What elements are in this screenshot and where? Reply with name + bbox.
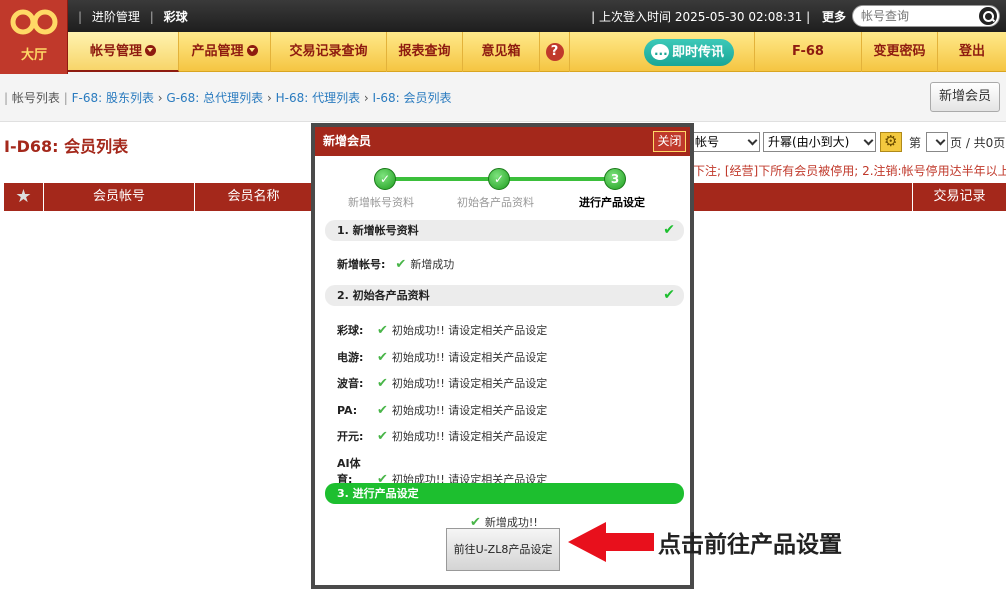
- page-label-post: 页 / 共0页: [950, 136, 1006, 150]
- nav-feedback[interactable]: 意见箱: [463, 32, 540, 72]
- step-3-indicator: 3: [604, 168, 626, 190]
- favorite-column[interactable]: ★: [4, 183, 44, 211]
- top-left-links: | 进阶管理 | 彩球: [78, 10, 188, 24]
- annotation-arrow-icon: [568, 522, 654, 562]
- product-result-row: 波音: ✔ 初始成功!! 请设定相关产品设定: [337, 376, 548, 391]
- breadcrumb-bar: | 帐号列表 | F-68: 股东列表 › G-68: 总代理列表 › H-68…: [0, 72, 1006, 122]
- step-2-check-icon: ✓: [488, 168, 510, 190]
- section-product-init: 2. 初始各产品资料 ✔: [325, 285, 684, 306]
- last-login-time: 2025-05-30 02:08:31: [674, 10, 803, 24]
- search-icon[interactable]: [979, 7, 997, 25]
- sort-field-select[interactable]: 帐号: [690, 132, 760, 152]
- star-icon: ★: [15, 186, 32, 207]
- dialog-close-button[interactable]: 关闭: [653, 131, 686, 152]
- nav-product-management[interactable]: 产品管理: [179, 32, 271, 72]
- page-select[interactable]: [926, 132, 948, 152]
- go-to-product-settings-button[interactable]: 前往U-ZL8产品设定: [446, 528, 560, 571]
- add-member-button[interactable]: 新增会员: [930, 82, 1000, 112]
- product-result-row: 电游: ✔ 初始成功!! 请设定相关产品设定: [337, 350, 548, 365]
- nav-transaction-query[interactable]: 交易记录查询: [271, 32, 387, 72]
- product-result-row: 开元: ✔ 初始成功!! 请设定相关产品设定: [337, 429, 548, 444]
- annotation-text: 点击前往产品设置: [658, 531, 842, 558]
- breadcrumb-agents[interactable]: H-68: 代理列表: [276, 91, 360, 105]
- lobby-logo[interactable]: 大厅: [0, 0, 68, 74]
- check-icon: ✔: [377, 323, 388, 338]
- breadcrumb-general-agents[interactable]: G-68: 总代理列表: [166, 91, 263, 105]
- column-member-name[interactable]: 会员名称: [195, 183, 313, 211]
- check-icon: ✔: [377, 376, 388, 391]
- account-result-row: 新增帐号: ✔ 新增成功: [337, 257, 455, 272]
- account-search: [852, 5, 1000, 27]
- check-icon: ✔: [377, 403, 388, 418]
- lobby-label: 大厅: [20, 48, 47, 63]
- product-result-row: 彩球: ✔ 初始成功!! 请设定相关产品设定: [337, 323, 548, 338]
- page-title: I-D68: 会员列表: [4, 137, 129, 156]
- advanced-management-link[interactable]: 进阶管理: [92, 10, 140, 24]
- last-login-info: | 上次登入时间 2025-05-30 02:08:31 | 更多: [591, 10, 846, 24]
- chat-bubble-icon: [651, 38, 669, 65]
- nav-help[interactable]: ?: [540, 32, 570, 72]
- help-icon: ?: [545, 43, 564, 61]
- column-member-account[interactable]: 会员帐号: [44, 183, 195, 211]
- dialog-header: 新增会员 关闭: [315, 127, 690, 156]
- breadcrumb-shareholders[interactable]: F-68: 股东列表: [72, 91, 154, 105]
- check-icon: ✔: [377, 350, 388, 365]
- more-link[interactable]: 更多: [822, 10, 846, 24]
- lottery-link[interactable]: 彩球: [164, 10, 188, 24]
- nav-account-management[interactable]: 帐号管理: [68, 32, 179, 72]
- chevron-down-icon: [747, 135, 758, 146]
- chevron-down-icon: [863, 135, 874, 146]
- check-icon: ✔: [395, 257, 407, 272]
- step-1-label: 新增帐号资料: [348, 196, 414, 209]
- section-product-setup: 3. 进行产品设定: [325, 483, 684, 504]
- section-account-info: 1. 新增帐号资料 ✔: [325, 220, 684, 241]
- nav-change-password[interactable]: 变更密码: [862, 32, 938, 72]
- breadcrumb: | 帐号列表 | F-68: 股东列表 › G-68: 总代理列表 › H-68…: [4, 91, 452, 105]
- check-icon: ✔: [663, 222, 675, 238]
- dialog-title: 新增会员: [323, 134, 372, 148]
- main-nav: 帐号管理 产品管理 交易记录查询 报表查询 意见箱 ? F-68 变更密码 登出: [0, 32, 1006, 72]
- nav-logout[interactable]: 登出: [938, 32, 1006, 72]
- check-icon: ✔: [377, 429, 388, 444]
- breadcrumb-root: 帐号列表: [11, 91, 60, 105]
- account-search-input[interactable]: [861, 6, 979, 26]
- top-bar: | 进阶管理 | 彩球 | 上次登入时间 2025-05-30 02:08:31…: [0, 0, 1006, 32]
- product-result-row: PA: ✔ 初始成功!! 请设定相关产品设定: [337, 403, 548, 418]
- sort-order-select[interactable]: 升幂(由小到大): [763, 132, 876, 152]
- chevron-down-icon: [246, 45, 258, 56]
- infinity-logo-icon: [10, 9, 58, 35]
- page-label-pre: 第: [909, 136, 922, 150]
- step-2-label: 初始各产品资料: [457, 196, 534, 209]
- nav-account-id: F-68: [754, 32, 862, 72]
- column-transaction-records[interactable]: 交易记录: [912, 183, 1006, 211]
- chevron-down-icon: [145, 45, 156, 56]
- settings-gear-icon[interactable]: [880, 132, 902, 152]
- step-1-check-icon: ✓: [374, 168, 396, 190]
- last-login-label: 上次登入时间: [598, 10, 671, 24]
- instant-message-button[interactable]: 即时传讯: [644, 38, 734, 66]
- check-icon: ✔: [663, 287, 675, 303]
- status-notice: 下注; [经营]下所有会员被停用; 2.注销:帐号停用达半年以上: [693, 164, 1006, 178]
- chevron-down-icon: [935, 135, 946, 146]
- step-3-label: 进行产品设定: [579, 196, 645, 209]
- nav-report-query[interactable]: 报表查询: [387, 32, 463, 72]
- breadcrumb-members[interactable]: I-68: 会员列表: [373, 91, 452, 105]
